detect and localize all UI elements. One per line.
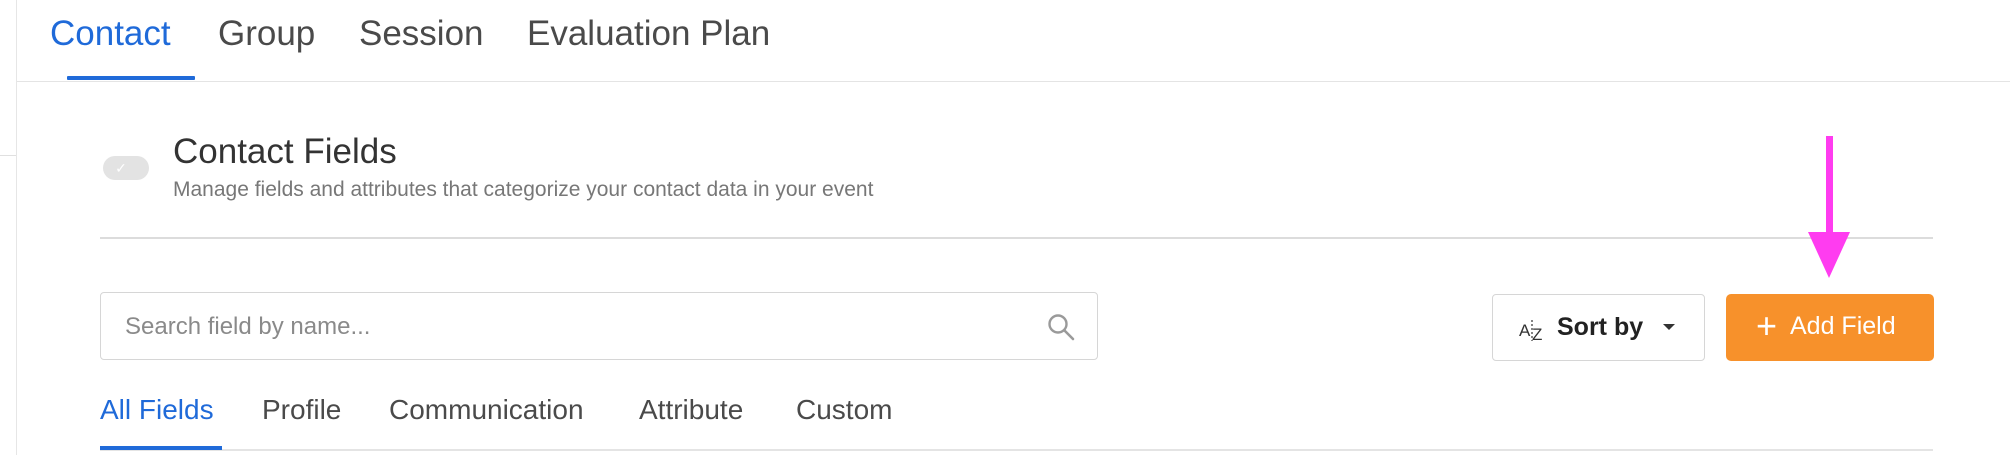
- sort-by-label: Sort by: [1557, 313, 1644, 341]
- sidebar-divider: [0, 155, 16, 156]
- left-sidebar-edge: [0, 0, 17, 455]
- contact-fields-toggle[interactable]: ✓: [103, 156, 149, 180]
- tab-contact[interactable]: Contact: [50, 14, 171, 54]
- section-subtitle: Manage fields and attributes that catego…: [173, 178, 874, 201]
- contact-fields-page: Contact Group Session Evaluation Plan ✓ …: [0, 0, 2010, 455]
- section-title: Contact Fields: [173, 132, 397, 171]
- tab-group[interactable]: Group: [218, 14, 315, 54]
- section-divider: [100, 237, 1933, 239]
- svg-text:Z: Z: [1532, 325, 1542, 343]
- plus-icon: +: [1756, 305, 1778, 346]
- search-icon[interactable]: [1047, 313, 1075, 341]
- field-tab-communication[interactable]: Communication: [389, 394, 584, 426]
- field-tab-profile[interactable]: Profile: [262, 394, 341, 426]
- field-tab-attribute[interactable]: Attribute: [639, 394, 743, 426]
- add-field-label: Add Field: [1790, 312, 1896, 340]
- annotation-arrow-icon: [1808, 136, 1850, 278]
- add-field-button[interactable]: + Add Field: [1726, 294, 1934, 361]
- active-tab-indicator: [67, 76, 195, 80]
- sort-az-icon: A Z: [1519, 320, 1542, 343]
- tab-session[interactable]: Session: [359, 14, 484, 54]
- chevron-down-icon: [1663, 324, 1675, 330]
- active-field-tab-indicator: [100, 446, 222, 450]
- sort-by-button[interactable]: A Z Sort by: [1492, 294, 1705, 361]
- svg-text:A: A: [1519, 321, 1531, 340]
- search-box: [100, 292, 1098, 361]
- search-input[interactable]: [123, 293, 1007, 361]
- tab-evaluation-plan[interactable]: Evaluation Plan: [527, 14, 770, 54]
- field-tabs-divider: [100, 449, 1933, 451]
- top-tab-bar: Contact Group Session Evaluation Plan: [17, 0, 2010, 82]
- check-icon: ✓: [115, 160, 127, 176]
- field-tab-custom[interactable]: Custom: [796, 394, 892, 426]
- field-tab-all-fields[interactable]: All Fields: [100, 394, 214, 426]
